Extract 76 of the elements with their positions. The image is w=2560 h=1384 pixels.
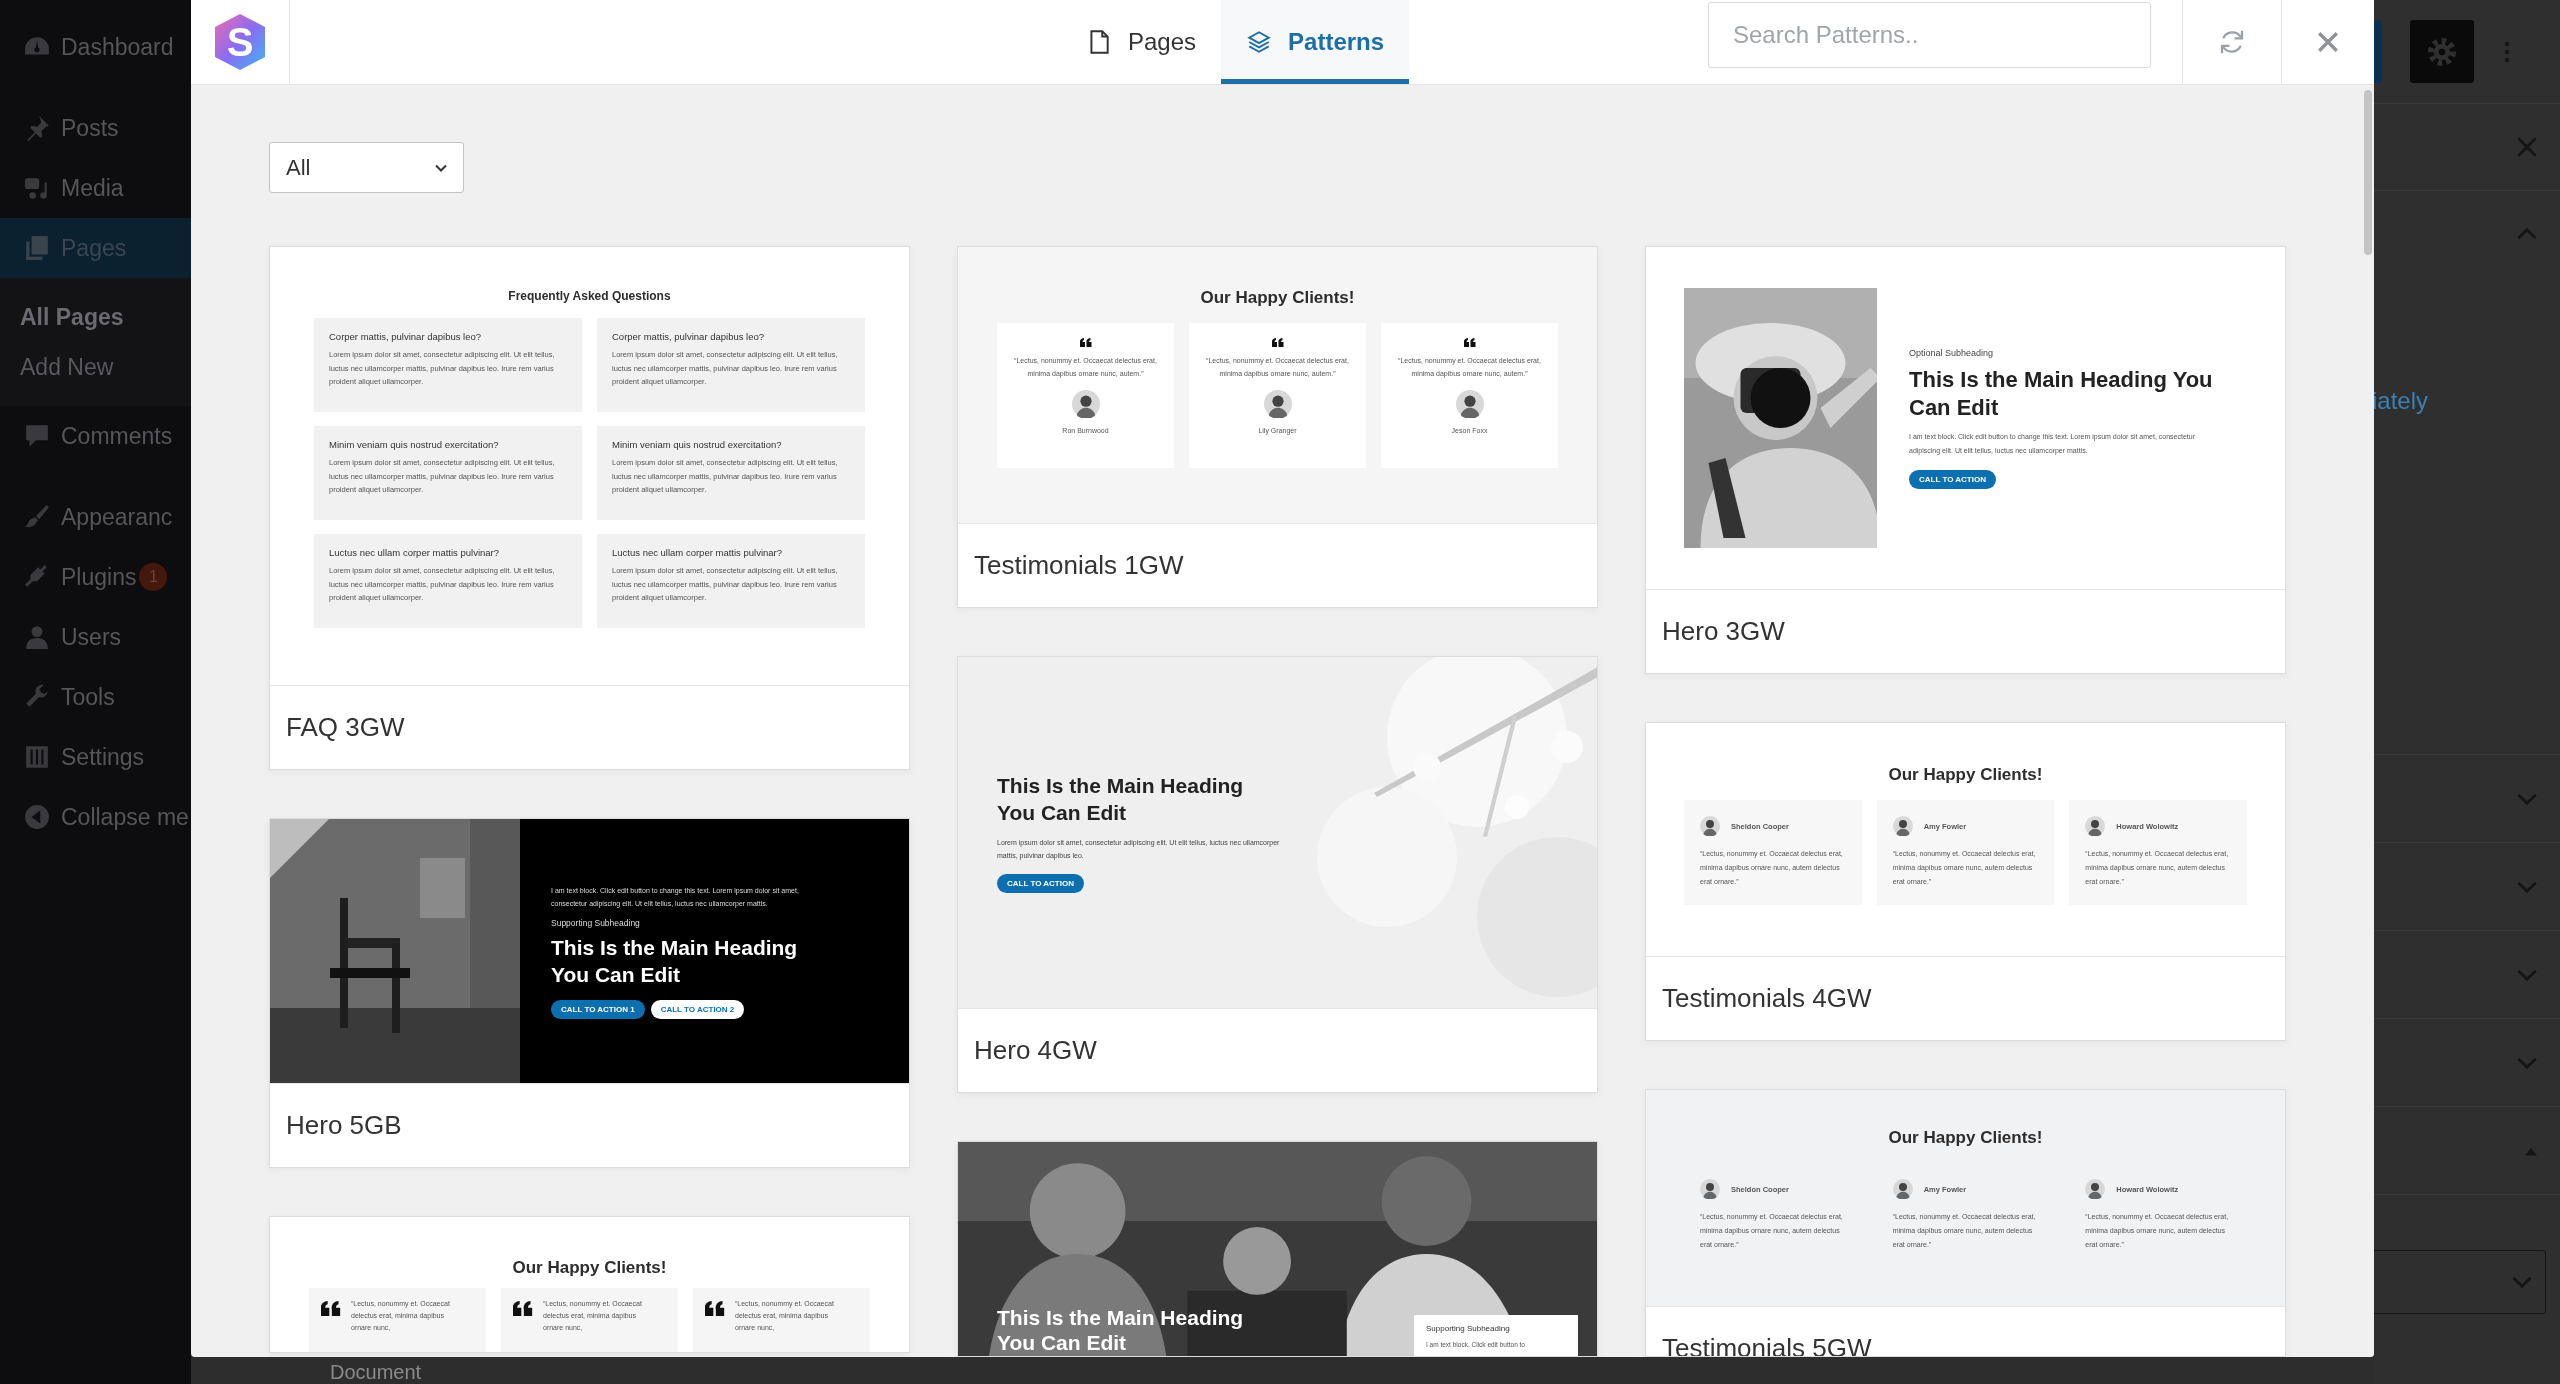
preview-heading: Our Happy Clients! xyxy=(1887,764,2044,786)
collapse-icon xyxy=(24,804,50,830)
submenu-item[interactable]: All Pages xyxy=(0,292,191,342)
settings-button[interactable] xyxy=(2410,20,2474,83)
preview-heading: Frequently Asked Questions xyxy=(507,288,672,304)
sidebar-item[interactable]: Appearanc xyxy=(0,487,191,547)
faq-question: Corper mattis, pulvinar dapibus leo? xyxy=(329,331,483,342)
avatar xyxy=(1892,816,1913,836)
quote-icon xyxy=(321,1301,341,1316)
cta-button: CALL TO ACTION 2 xyxy=(650,999,745,1019)
submenu-item[interactable]: Add New xyxy=(0,342,191,392)
cta-button: CALL TO ACTION xyxy=(997,874,1084,893)
faq-question: Luctus nec ullam corper mattis pulvinar? xyxy=(329,547,501,558)
tab[interactable]: Patterns xyxy=(1221,0,1410,84)
sidebar-item[interactable]: Dashboard xyxy=(0,17,191,77)
sidebar-item[interactable]: Users xyxy=(0,607,191,667)
pattern-title: Hero 5GB xyxy=(286,1110,402,1141)
pattern-title: Testimonials 4GW xyxy=(1662,983,1872,1014)
document-tab[interactable]: Document xyxy=(330,1360,422,1384)
pattern-title: Hero 4GW xyxy=(974,1035,1097,1066)
avatar xyxy=(1071,390,1100,418)
sliders-icon xyxy=(24,744,50,770)
hero-heading: This Is the Main Heading You Can Edit xyxy=(551,934,799,988)
avatar xyxy=(1700,1179,1720,1199)
sidebar-item[interactable]: Tools xyxy=(0,667,191,727)
cta-button: CALL TO ACTION 1 xyxy=(551,999,645,1019)
avatar xyxy=(1455,390,1484,418)
scroll-thumb[interactable] xyxy=(2364,90,2372,255)
category-dropdown[interactable]: All xyxy=(269,142,464,193)
sidebar-item[interactable]: Comments xyxy=(0,406,191,466)
avatar xyxy=(1892,1179,1913,1199)
pattern-title: Testimonials 1GW xyxy=(974,550,1184,581)
quote-icon xyxy=(1463,338,1476,347)
pages-icon xyxy=(24,235,50,261)
quote-icon xyxy=(1271,338,1284,347)
quote-icon xyxy=(705,1301,725,1316)
wrench-icon xyxy=(24,684,50,710)
avatar xyxy=(1700,816,1720,836)
faq-question: Minim veniam quis nostrud exercitation? xyxy=(612,439,783,450)
media-icon xyxy=(24,175,50,201)
quote-icon xyxy=(1079,338,1092,347)
avatar xyxy=(2085,1179,2106,1199)
hero-heading: This Is the Main Heading You Can Edit xyxy=(997,773,1245,826)
comment-icon xyxy=(24,423,50,449)
preview-heading: Our Happy Clients! xyxy=(1199,287,1356,309)
sidebar-item[interactable]: Posts xyxy=(0,98,191,158)
user-icon xyxy=(24,624,50,650)
subheading: Optional Subheading xyxy=(1909,347,1994,358)
dropdown-value: All xyxy=(286,154,311,181)
layers-icon xyxy=(1246,29,1273,55)
hero-heading: This Is the Main Heading You Can Edit xyxy=(1909,365,2214,422)
sidebar-item[interactable]: Media xyxy=(0,158,191,218)
sidebar-item[interactable]: Collapse me xyxy=(0,787,191,847)
settings-icon xyxy=(2426,35,2458,68)
hero-heading: This Is the Main Heading You Can Edit xyxy=(997,1305,1245,1356)
avatar xyxy=(1263,390,1292,418)
subheading: Supporting Subheading xyxy=(1426,1324,1511,1333)
pattern-card[interactable] xyxy=(269,818,910,1168)
preview-heading: Our Happy Clients! xyxy=(1887,1127,2044,1149)
pattern-title: Hero 3GW xyxy=(1662,616,1785,647)
faq-question: Corper mattis, pulvinar dapibus leo? xyxy=(612,331,766,342)
publish-option-link[interactable]: iately xyxy=(2372,387,2429,415)
search-field[interactable]: Search Patterns.. xyxy=(1708,2,2151,68)
faq-question: Minim veniam quis nostrud exercitation? xyxy=(329,439,500,450)
avatar xyxy=(2085,816,2106,836)
tab[interactable]: Pages xyxy=(1061,0,1222,84)
pattern-card[interactable] xyxy=(1645,246,2286,674)
brush-icon xyxy=(24,504,50,530)
pattern-title: FAQ 3GW xyxy=(286,712,405,743)
faq-question: Luctus nec ullam corper mattis pulvinar? xyxy=(612,547,784,558)
subheading: Supporting Subheading xyxy=(551,917,640,928)
more-icon[interactable] xyxy=(2504,39,2510,64)
quote-icon xyxy=(513,1301,533,1316)
preview-heading: Our Happy Clients! xyxy=(511,1257,668,1279)
cta-button: CALL TO ACTION xyxy=(1909,469,1996,489)
sidebar-item[interactable]: Settings xyxy=(0,727,191,787)
